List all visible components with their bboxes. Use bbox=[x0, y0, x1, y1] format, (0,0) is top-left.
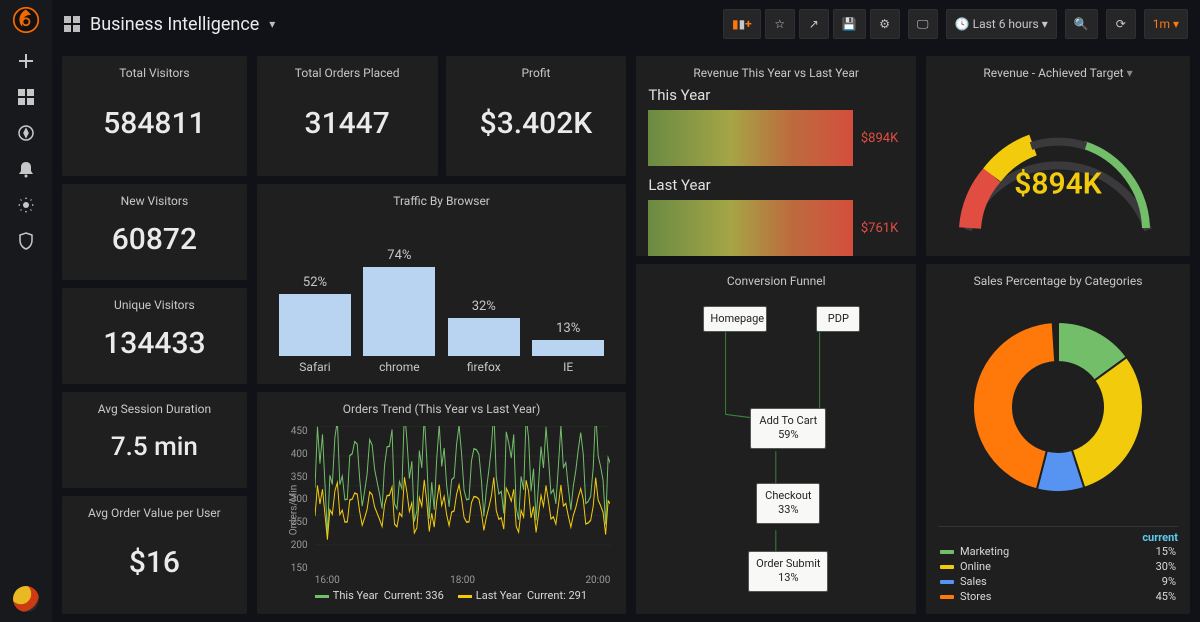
stat-value: 31447 bbox=[269, 80, 426, 166]
funnel-node-order-submit: Order Submit13% bbox=[748, 551, 828, 592]
stat-value: 7.5 min bbox=[74, 416, 235, 478]
funnel-node-homepage: Homepage bbox=[703, 306, 767, 332]
chevron-down-icon: ▾ bbox=[1127, 66, 1133, 80]
stat-value: 134433 bbox=[74, 312, 235, 374]
chevron-down-icon: ▾ bbox=[1042, 17, 1048, 31]
user-avatar[interactable] bbox=[13, 586, 39, 612]
panel-title: Traffic By Browser bbox=[269, 194, 615, 208]
stat-value: 60872 bbox=[74, 208, 235, 270]
stat-value: $16 bbox=[74, 520, 235, 604]
legend-row[interactable]: Marketing15% bbox=[938, 544, 1178, 559]
funnel-node-add-to-cart: Add To Cart59% bbox=[750, 408, 826, 449]
panel-title: Sales Percentage by Categories bbox=[938, 274, 1178, 288]
refresh-button[interactable]: ⟳ bbox=[1106, 9, 1136, 39]
topbar: Business Intelligence ▾ ▮▮+ ☆ ↗ 💾 ⚙ 🖵 🕓 … bbox=[52, 0, 1200, 48]
panel-new-visitors[interactable]: New Visitors 60872 bbox=[62, 184, 247, 280]
panel-profit[interactable]: Profit $3.402K bbox=[446, 56, 627, 176]
panel-revenue-compare[interactable]: Revenue This Year vs Last Year This Year… bbox=[636, 56, 916, 256]
grafana-logo-icon[interactable] bbox=[12, 6, 40, 34]
last-year-value: $761K bbox=[861, 221, 898, 236]
panel-title: Avg Session Duration bbox=[74, 402, 235, 416]
time-range-text: Last 6 hours bbox=[973, 17, 1039, 31]
donut-legend: current Marketing15%Online30%Sales9%Stor… bbox=[938, 526, 1178, 604]
bar-item: 74%chrome bbox=[357, 248, 441, 374]
add-panel-button[interactable]: ▮▮+ bbox=[723, 9, 761, 39]
panel-revenue-gauge[interactable]: Revenue - Achieved Target ▾ $894K bbox=[926, 56, 1190, 256]
line-chart: Orders/Min 150200250300350400450 16:00 1… bbox=[269, 416, 615, 604]
zoom-out-button[interactable]: 🔍 bbox=[1065, 9, 1098, 39]
panel-traffic-browser[interactable]: Traffic By Browser 52%Safari74%chrome32%… bbox=[257, 184, 627, 384]
shield-icon[interactable] bbox=[17, 232, 35, 250]
bar-item: 13%IE bbox=[526, 321, 610, 374]
refresh-interval-text: 1m bbox=[1153, 17, 1170, 31]
this-year-label: This Year bbox=[648, 86, 904, 104]
explore-icon[interactable] bbox=[17, 124, 35, 142]
panel-conversion-funnel[interactable]: Conversion Funnel Homepage PDP Add To Ca… bbox=[636, 264, 916, 614]
panel-unique-visitors[interactable]: Unique Visitors 134433 bbox=[62, 288, 247, 384]
panel-title: Orders Trend (This Year vs Last Year) bbox=[269, 402, 615, 416]
panel-total-orders[interactable]: Total Orders Placed 31447 bbox=[257, 56, 438, 176]
dashboard-grid: Total Visitors 584811 New Visitors 60872… bbox=[52, 48, 1200, 622]
alerting-icon[interactable] bbox=[17, 160, 35, 178]
share-button[interactable]: ↗ bbox=[799, 9, 829, 39]
legend-row[interactable]: Online30% bbox=[938, 559, 1178, 574]
legend-row[interactable]: Stores45% bbox=[938, 589, 1178, 604]
this-year-bar: $894K bbox=[648, 110, 904, 166]
grid-icon bbox=[64, 16, 80, 32]
time-range-picker[interactable]: 🕓 Last 6 hours ▾ bbox=[946, 9, 1057, 39]
cycle-view-button[interactable]: 🖵 bbox=[908, 9, 938, 39]
star-button[interactable]: ☆ bbox=[765, 9, 795, 39]
legend-row[interactable]: Sales9% bbox=[938, 574, 1178, 589]
stat-value: 584811 bbox=[74, 80, 235, 166]
this-year-value: $894K bbox=[861, 131, 898, 146]
panel-orders-trend[interactable]: Orders Trend (This Year vs Last Year) Or… bbox=[257, 392, 627, 614]
panel-title: Unique Visitors bbox=[74, 298, 235, 312]
panel-title: Total Visitors bbox=[74, 66, 235, 80]
gauge-value: $894K bbox=[1014, 167, 1102, 202]
sidebar bbox=[0, 0, 52, 622]
clock-icon: 🕓 bbox=[955, 17, 970, 31]
legend-header: current bbox=[938, 531, 1178, 544]
panel-total-visitors[interactable]: Total Visitors 584811 bbox=[62, 56, 247, 176]
panel-title: Revenue - Achieved Target ▾ bbox=[938, 66, 1178, 80]
panel-avg-session[interactable]: Avg Session Duration 7.5 min bbox=[62, 392, 247, 488]
funnel-node-checkout: Checkout33% bbox=[756, 483, 820, 524]
bar-item: 52%Safari bbox=[273, 275, 357, 374]
plot-area bbox=[315, 426, 611, 574]
x-axis: 16:00 18:00 20:00 bbox=[315, 575, 611, 586]
chart-legend: This Year Current: 336 Last Year Current… bbox=[315, 589, 587, 602]
add-icon[interactable] bbox=[17, 52, 35, 70]
stat-value: $3.402K bbox=[458, 80, 615, 166]
donut-chart bbox=[958, 307, 1158, 507]
gauge-chart: $894K bbox=[938, 80, 1178, 250]
refresh-interval-picker[interactable]: 1m ▾ bbox=[1144, 9, 1188, 39]
funnel-node-pdp: PDP bbox=[816, 306, 860, 332]
panel-title: Revenue This Year vs Last Year bbox=[648, 66, 904, 80]
panel-title: Profit bbox=[458, 66, 615, 80]
panel-avg-order-value[interactable]: Avg Order Value per User $16 bbox=[62, 496, 247, 614]
bar-item: 32%firefox bbox=[442, 299, 526, 374]
panel-title: Total Orders Placed bbox=[269, 66, 426, 80]
panel-title: New Visitors bbox=[74, 194, 235, 208]
chevron-down-icon: ▾ bbox=[269, 17, 275, 31]
panel-sales-categories[interactable]: Sales Percentage by Categories current M… bbox=[926, 264, 1190, 614]
settings-button[interactable]: ⚙ bbox=[870, 9, 900, 39]
y-axis: 150200250300350400450 bbox=[291, 426, 308, 574]
last-year-bar: $761K bbox=[648, 200, 904, 256]
funnel-diagram: Homepage PDP Add To Cart59% Checkout33% … bbox=[648, 288, 904, 604]
last-year-label: Last Year bbox=[648, 176, 904, 194]
save-button[interactable]: 💾 bbox=[833, 9, 866, 39]
panel-title: Avg Order Value per User bbox=[74, 506, 235, 520]
panel-title: Conversion Funnel bbox=[648, 274, 904, 288]
dashboard-title-text: Business Intelligence bbox=[90, 14, 259, 35]
dashboard-title[interactable]: Business Intelligence ▾ bbox=[64, 14, 275, 35]
dashboards-icon[interactable] bbox=[17, 88, 35, 106]
toolbar-buttons: ▮▮+ ☆ ↗ 💾 ⚙ bbox=[723, 9, 900, 39]
configuration-icon[interactable] bbox=[17, 196, 35, 214]
bar-chart: 52%Safari74%chrome32%firefox13%IE bbox=[269, 208, 615, 374]
